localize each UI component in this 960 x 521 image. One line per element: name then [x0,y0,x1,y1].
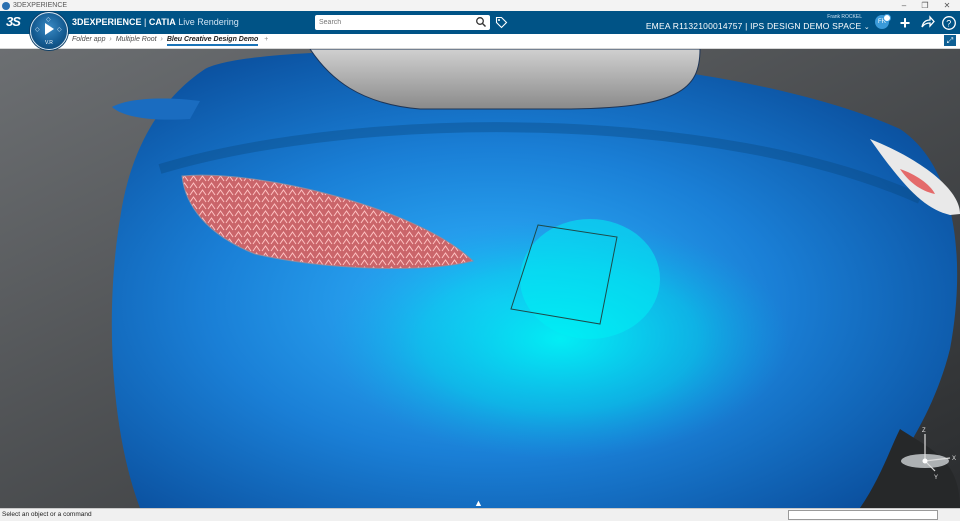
app-logo-icon [2,1,10,10]
command-input[interactable] [788,510,938,520]
collab-space-label: EMEA R1132100014757 | IPS DESIGN DEMO SP… [645,21,862,31]
compass-widget[interactable]: ◇ ◇ ◇ V.R [30,12,68,50]
breadcrumb: Folder app › Multiple Root › Bleu Creati… [72,36,268,46]
tag-icon[interactable] [495,16,508,29]
svg-text:?: ? [946,19,951,29]
os-window-title: 3DEXPERIENCE [13,2,68,9]
notification-dot-icon [883,14,891,22]
axis-label-z: Z [922,428,926,434]
compass-play-icon[interactable] [45,23,54,35]
compass-version-label: V.R [45,40,53,46]
maximize-button[interactable]: ❐ [915,0,935,11]
brand-3dexperience: 3DEXPERIENCE [72,17,142,27]
add-icon[interactable]: + [897,14,913,32]
app-name: Live Rendering [178,17,239,27]
svg-text:3S: 3S [6,14,21,28]
help-icon[interactable]: ? [941,15,957,31]
status-message: Select an object or a command [2,511,92,518]
collab-space-selector[interactable]: EMEA R1132100014757 | IPS DESIGN DEMO SP… [646,21,870,31]
minimize-button[interactable]: – [894,0,914,11]
axis-label-y: Y [934,475,938,481]
brand-title: 3DEXPERIENCE | CATIA Live Rendering [72,17,239,27]
add-tab-button[interactable]: + [264,36,268,43]
compass-3d-segment-icon[interactable]: ◇ [35,26,40,33]
breadcrumb-folder-app[interactable]: Folder app [72,36,105,43]
close-window-button[interactable]: ✕ [937,0,957,11]
tab-active-document[interactable]: Bleu Creative Design Demo [166,36,259,46]
chevron-down-icon: ⌄ [863,24,870,31]
dassault-logo-icon[interactable]: 3S [6,14,24,31]
search-input[interactable] [319,16,469,28]
status-bar: Select an object or a command [0,508,960,521]
fullscreen-icon[interactable]: ⤢ [944,35,956,46]
search-icon[interactable] [475,16,487,28]
brand-separator: | [141,17,149,27]
brand-catia: CATIA [148,17,176,27]
compass-info-segment-icon[interactable]: ◇ [57,26,62,33]
tab-bar: Folder app › Multiple Root › Bleu Creati… [0,34,960,49]
avatar[interactable]: FR [875,14,891,29]
axis-label-x: X [952,456,956,462]
compass-social-segment-icon[interactable]: ◇ [46,16,51,23]
car-render: Z X Y [0,49,960,508]
top-bar: 3S 3DEXPERIENCE | CATIA Live Rendering F… [0,11,960,34]
3d-viewport[interactable]: Z X Y [0,49,960,508]
breadcrumb-multiple-root[interactable]: Multiple Root [116,36,157,43]
search-box[interactable] [315,15,490,30]
breadcrumb-separator: › [160,36,163,43]
user-name: Frank ROCKEL [827,14,862,20]
breadcrumb-separator: › [109,36,112,43]
expand-toolbar-chevron-up-icon[interactable]: ▲ [474,498,483,508]
os-title-bar: 3DEXPERIENCE – ❐ ✕ [0,0,960,11]
share-icon[interactable] [919,15,935,31]
